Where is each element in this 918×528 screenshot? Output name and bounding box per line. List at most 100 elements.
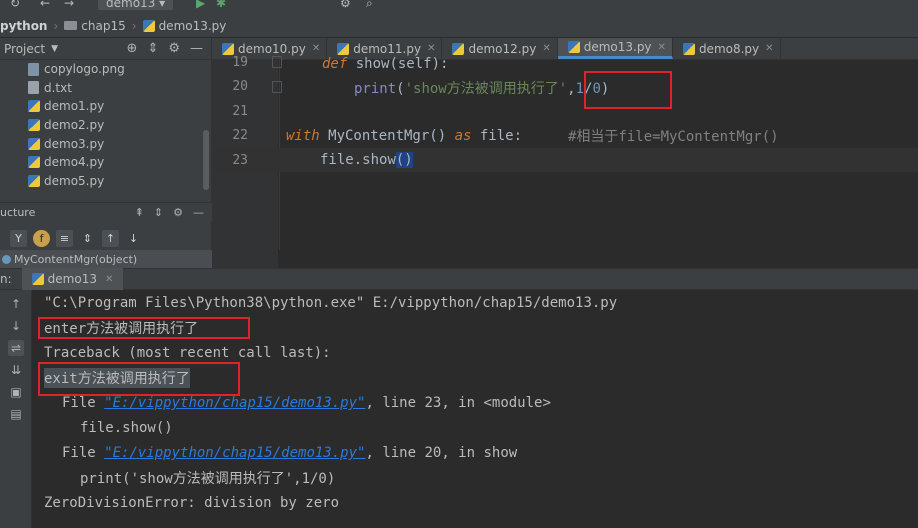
python-file-icon: [28, 156, 40, 169]
main-toolbar: ↻ ← → demo13 ▾ ▶ ✱ ⚙ ⌕: [0, 0, 918, 14]
structure-item[interactable]: MyContentMgr(object): [0, 250, 212, 268]
breadcrumb-folder[interactable]: chap15: [64, 19, 126, 33]
autoscroll-icon[interactable]: ↓: [125, 230, 142, 247]
file-label: demo3.py: [44, 136, 105, 151]
chevron-down-icon[interactable]: ▼: [51, 44, 58, 54]
console-line: enter方法被调用执行了: [44, 321, 199, 337]
close-icon[interactable]: ✕: [105, 274, 113, 285]
run-side-toolbar: ↑ ↓ ⇌ ⇊ ▣ ▤: [0, 290, 32, 528]
breadcrumb-separator: ›: [131, 18, 137, 33]
hide-icon[interactable]: —: [193, 206, 204, 219]
project-pane: Project ▼ ⊕ ⇕ ⚙ — copylogo.png d.txt dem…: [0, 38, 212, 268]
breadcrumb-separator: ›: [53, 18, 59, 33]
number-literal: 1: [575, 81, 585, 97]
file-item[interactable]: d.txt: [0, 79, 211, 98]
matched-paren: (): [395, 152, 413, 168]
file-label: d.txt: [44, 80, 72, 95]
console-line: exit方法被调用执行了: [44, 367, 190, 389]
file-item[interactable]: demo2.py: [0, 116, 211, 135]
breadcrumb-project[interactable]: python: [0, 19, 47, 33]
run-config-select[interactable]: demo13 ▾: [98, 0, 174, 10]
traceback-file-link[interactable]: "E:/vippython/chap15/demo13.py": [104, 445, 365, 461]
locate-icon[interactable]: ⊕: [127, 41, 138, 56]
breadcrumb-file-label: demo13.py: [158, 18, 227, 33]
run-console[interactable]: "C:\Program Files\Python38\python.exe" E…: [32, 290, 918, 528]
traceback-file-prefix: File: [62, 445, 105, 461]
file-label: demo1.py: [44, 99, 105, 114]
gear-icon[interactable]: ⚙: [173, 206, 183, 219]
tab-run-demo13[interactable]: demo13 ✕: [21, 268, 124, 290]
code-line-20: print('show方法被调用执行了',1/0): [212, 76, 918, 100]
structure-toolbar: Y f ≡ ⇕ ↑ ↓: [0, 224, 212, 252]
file-label: copylogo.png: [44, 62, 125, 77]
collapse-all-icon[interactable]: ⇕: [79, 230, 96, 247]
console-line: ZeroDivisionError: division by zero: [44, 495, 340, 511]
collapse-icon[interactable]: ⇕: [147, 41, 158, 56]
search-icon[interactable]: ⌕: [366, 0, 373, 11]
run-label: n:: [0, 272, 12, 286]
traceback-location: line 20, in show: [382, 445, 518, 461]
traceback-separator: ,: [365, 395, 383, 411]
back-icon[interactable]: ←: [40, 0, 50, 10]
code-line-23: file.show(): [212, 148, 918, 172]
method-call: show: [362, 152, 396, 168]
number-literal: 0: [592, 81, 601, 97]
sync-icon[interactable]: ↻: [10, 0, 20, 10]
forward-icon[interactable]: →: [64, 0, 74, 10]
python-file-icon: [28, 100, 40, 113]
debug-icon[interactable]: ✱: [216, 0, 226, 10]
breadcrumb-file[interactable]: demo13.py: [142, 18, 227, 33]
file-item[interactable]: demo5.py: [0, 172, 211, 191]
align-icon[interactable]: ≡: [56, 229, 73, 247]
file-item[interactable]: demo4.py: [0, 153, 211, 172]
variable-name: file:: [471, 128, 523, 144]
console-traceback-line: File "E:/vippython/chap15/demo13.py", li…: [62, 392, 551, 414]
project-scrollbar[interactable]: [203, 130, 209, 190]
file-label: demo4.py: [44, 155, 105, 170]
print-icon[interactable]: ▣: [8, 384, 24, 400]
structure-header: ucture ⇞ ⇕ ⚙ —: [0, 202, 212, 222]
project-pane-header: Project ▼ ⊕ ⇕ ⚙ —: [0, 38, 211, 60]
text-file-icon: [28, 81, 39, 95]
sort-icon[interactable]: Y: [10, 229, 27, 247]
keyword-as: as: [454, 128, 472, 144]
gear-icon[interactable]: ⚙: [168, 41, 180, 56]
collapse-icon[interactable]: ⇕: [154, 206, 163, 219]
navigate-icon[interactable]: ↑: [102, 229, 119, 247]
file-item[interactable]: copylogo.png: [0, 60, 211, 79]
scroll-end-icon[interactable]: ⇊: [8, 362, 24, 378]
soft-wrap-icon[interactable]: ⇌: [8, 340, 24, 356]
file-label: demo5.py: [44, 173, 105, 188]
code-editor[interactable]: 19 20 21 22 23 def show(self): print('sh…: [212, 55, 918, 268]
structure-item-label: MyContentMgr(object): [14, 252, 138, 266]
arrow-up-icon[interactable]: ↑: [8, 296, 24, 312]
code-line-19: def show(self):: [212, 52, 918, 76]
console-line: Traceback (most recent call last):: [44, 345, 331, 361]
keyword-with: with: [286, 128, 320, 144]
builtin-print: print: [354, 81, 397, 97]
keyword-def: def: [322, 56, 348, 72]
folder-icon: [64, 21, 78, 30]
file-item[interactable]: demo1.py: [0, 97, 211, 116]
file-item[interactable]: demo3.py: [0, 134, 211, 153]
run-icon[interactable]: ▶: [196, 0, 205, 10]
traceback-file-link[interactable]: "E:/vippython/chap15/demo13.py": [104, 395, 365, 411]
code-line-22: with MyContentMgr() as file: #相当于file=My…: [212, 124, 918, 148]
project-pane-title[interactable]: Project: [4, 42, 45, 56]
close-icon[interactable]: ✕: [658, 42, 666, 53]
console-line: print('show方法被调用执行了',1/0): [80, 471, 336, 487]
code-comment: #相当于file=MyContentMgr(): [568, 129, 779, 145]
string-literal: 'show方法被调用执行了': [404, 81, 568, 97]
arrow-down-icon[interactable]: ↓: [8, 318, 24, 334]
class-icon: [2, 254, 11, 264]
console-line: "C:\Program Files\Python38\python.exe" E…: [44, 295, 618, 311]
run-tab-label: demo13: [47, 272, 97, 286]
python-file-icon: [28, 137, 40, 150]
trash-icon[interactable]: ▤: [8, 406, 24, 422]
expand-icon[interactable]: ⇞: [135, 206, 144, 219]
settings-icon[interactable]: ⚙: [340, 0, 351, 10]
hide-icon[interactable]: —: [190, 41, 203, 56]
python-file-icon: [142, 19, 155, 32]
breadcrumb-project-label: python: [0, 18, 48, 33]
show-fields-icon[interactable]: f: [33, 229, 50, 247]
